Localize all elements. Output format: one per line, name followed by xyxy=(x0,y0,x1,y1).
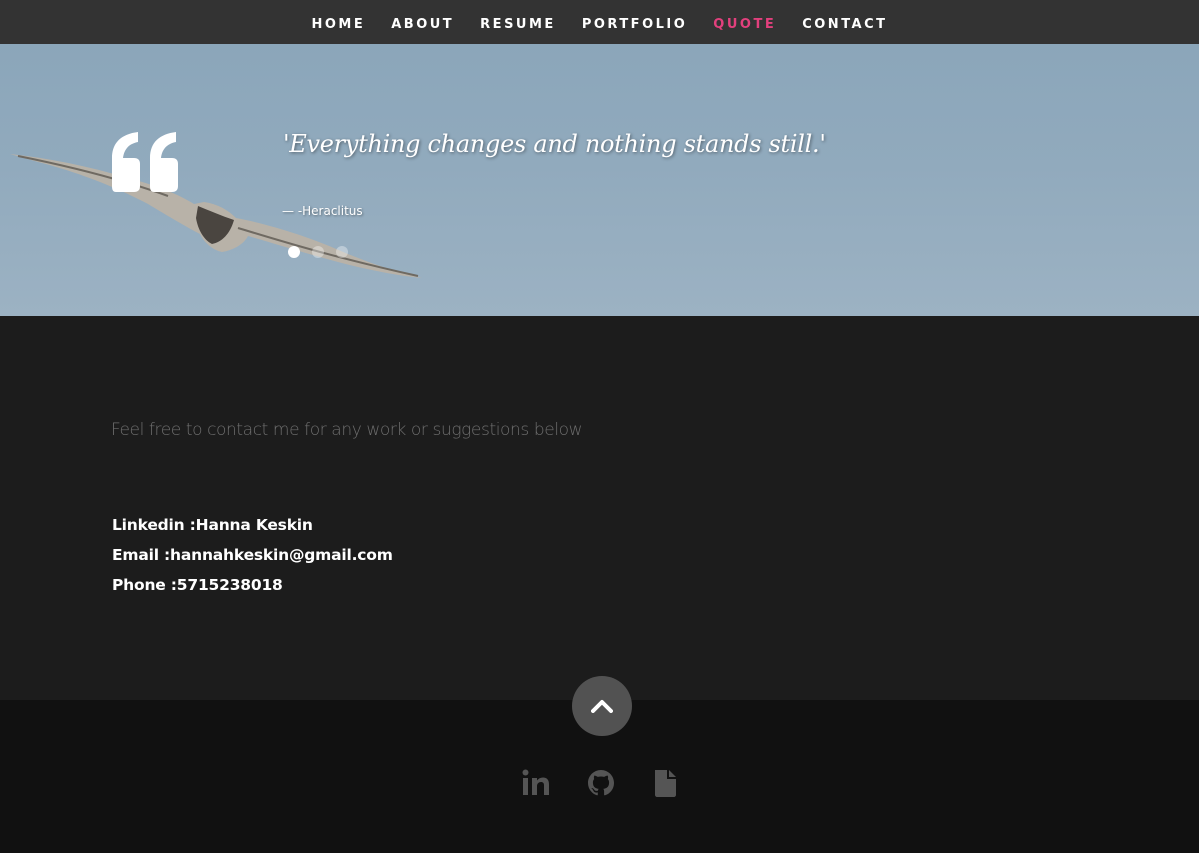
document-icon[interactable] xyxy=(652,768,684,798)
social-links xyxy=(520,768,684,798)
slider-dot-3[interactable] xyxy=(336,246,348,258)
back-to-top-button[interactable] xyxy=(572,676,632,736)
contact-linkedin: Linkedin :Hanna Keskin xyxy=(112,516,313,534)
nav-about[interactable]: ABOUT xyxy=(391,17,454,32)
chevron-up-icon xyxy=(591,700,613,713)
contact-list: Linkedin :Hanna Keskin Email :hannahkesk… xyxy=(112,510,393,600)
bird-background-image xyxy=(10,154,422,278)
slider-dot-1[interactable] xyxy=(288,246,300,258)
nav-portfolio[interactable]: PORTFOLIO xyxy=(582,17,687,32)
contact-section: Feel free to contact me for any work or … xyxy=(0,316,1199,700)
contact-email: Email :hannahkeskin@gmail.com xyxy=(112,546,393,564)
nav-list: HOME ABOUT RESUME PORTFOLIO QUOTE CONTAC… xyxy=(298,13,900,32)
quote-text: 'Everything changes and nothing stands s… xyxy=(283,130,826,158)
contact-phone: Phone :5715238018 xyxy=(112,576,283,594)
main-nav: HOME ABOUT RESUME PORTFOLIO QUOTE CONTAC… xyxy=(0,0,1199,44)
nav-contact[interactable]: CONTACT xyxy=(802,17,887,32)
linkedin-icon[interactable] xyxy=(520,768,552,798)
nav-home[interactable]: HOME xyxy=(311,17,365,32)
quote-author: — -Heraclitus xyxy=(282,204,363,218)
nav-quote[interactable]: QUOTE xyxy=(713,17,776,32)
quote-icon xyxy=(112,132,178,192)
github-icon[interactable] xyxy=(586,768,618,798)
slider-dot-2[interactable] xyxy=(312,246,324,258)
slider-pagination xyxy=(288,246,348,258)
contact-intro: Feel free to contact me for any work or … xyxy=(111,420,583,440)
quote-section: 'Everything changes and nothing stands s… xyxy=(0,44,1199,316)
nav-resume[interactable]: RESUME xyxy=(480,17,556,32)
